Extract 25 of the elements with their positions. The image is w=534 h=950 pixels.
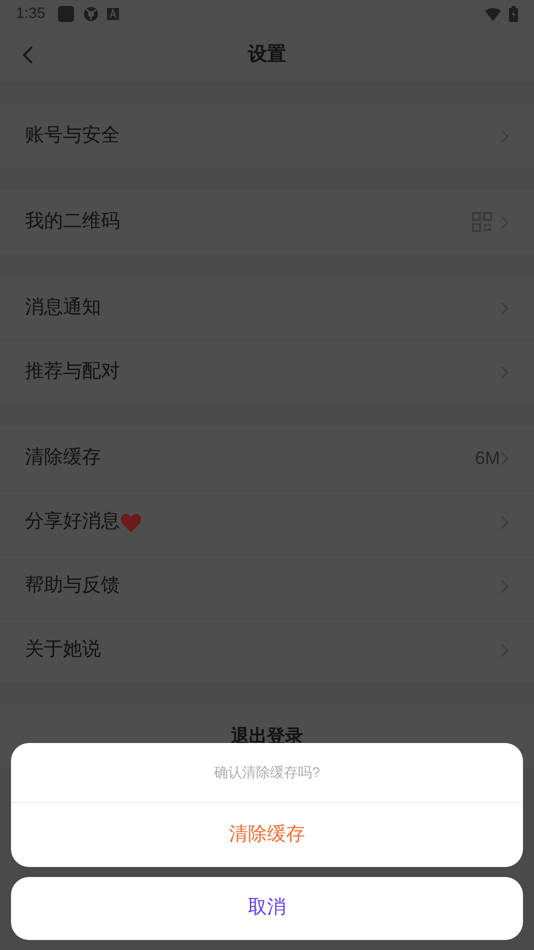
clear-cache-button[interactable]: 清除缓存 xyxy=(11,803,523,867)
page-title: 设置 xyxy=(248,42,286,67)
battery-icon xyxy=(509,6,518,22)
settings-row[interactable]: 账号与安全 xyxy=(0,104,534,168)
cancel-button[interactable]: 取消 xyxy=(11,877,523,940)
keyboard-icon xyxy=(107,8,120,20)
settings-row[interactable]: 推荐与配对 xyxy=(0,340,534,404)
settings-row[interactable]: 关于她说 xyxy=(0,618,534,682)
heart-icon xyxy=(120,512,142,532)
row-label: 帮助与反馈 xyxy=(25,574,120,598)
settings-row[interactable]: 分享好消息 xyxy=(0,490,534,554)
settings-row[interactable]: 我的二维码 xyxy=(0,190,534,254)
row-label: 清除缓存 xyxy=(25,446,101,470)
app-notification-icon xyxy=(57,5,76,23)
wifi-icon xyxy=(485,8,501,20)
row-label: 我的二维码 xyxy=(25,210,120,234)
settings-row[interactable]: 帮助与反馈 xyxy=(0,554,534,618)
back-icon xyxy=(22,45,34,65)
row-label: 关于她说 xyxy=(25,638,101,662)
row-label: 账号与安全 xyxy=(25,124,120,148)
row-label: 分享好消息 xyxy=(25,510,120,534)
settings-row[interactable]: 消息通知 xyxy=(0,276,534,340)
sheet-message: 确认清除缓存吗? xyxy=(214,763,320,782)
row-label: 推荐与配对 xyxy=(25,360,120,384)
row-label: 消息通知 xyxy=(25,296,101,320)
